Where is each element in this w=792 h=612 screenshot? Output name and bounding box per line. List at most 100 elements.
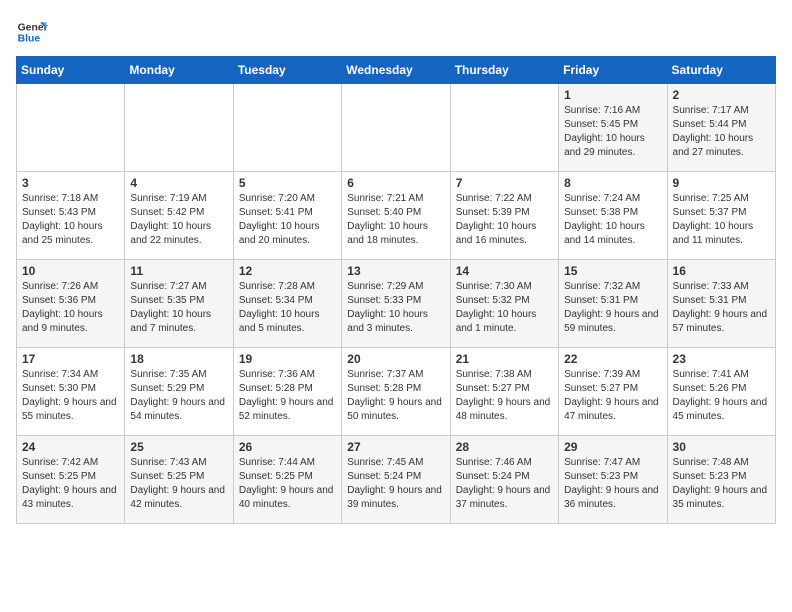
- weekday-header-sunday: Sunday: [17, 57, 125, 84]
- calendar-cell: 1 Sunrise: 7:16 AM Sunset: 5:45 PM Daylig…: [559, 84, 667, 172]
- calendar-cell: 23 Sunrise: 7:41 AM Sunset: 5:26 PM Dayli…: [667, 348, 775, 436]
- day-info: Sunrise: 7:43 AM Sunset: 5:25 PM Dayligh…: [130, 456, 227, 512]
- day-number: 22: [564, 352, 661, 366]
- day-info: Sunrise: 7:32 AM Sunset: 5:31 PM Dayligh…: [564, 280, 661, 336]
- day-info: Sunrise: 7:30 AM Sunset: 5:32 PM Dayligh…: [456, 280, 553, 336]
- calendar-cell: [233, 84, 341, 172]
- calendar-cell: [342, 84, 450, 172]
- day-info: Sunrise: 7:33 AM Sunset: 5:31 PM Dayligh…: [673, 280, 770, 336]
- day-info: Sunrise: 7:37 AM Sunset: 5:28 PM Dayligh…: [347, 368, 444, 424]
- day-info: Sunrise: 7:44 AM Sunset: 5:25 PM Dayligh…: [239, 456, 336, 512]
- day-info: Sunrise: 7:20 AM Sunset: 5:41 PM Dayligh…: [239, 192, 336, 248]
- day-info: Sunrise: 7:46 AM Sunset: 5:24 PM Dayligh…: [456, 456, 553, 512]
- week-row-5: 24 Sunrise: 7:42 AM Sunset: 5:25 PM Dayli…: [17, 436, 776, 524]
- day-info: Sunrise: 7:45 AM Sunset: 5:24 PM Dayligh…: [347, 456, 444, 512]
- day-number: 11: [130, 264, 227, 278]
- calendar-cell: 8Sunrise: 7:24 AM Sunset: 5:38 PM Daylig…: [559, 172, 667, 260]
- week-row-3: 10 Sunrise: 7:26 AM Sunset: 5:36 PM Dayli…: [17, 260, 776, 348]
- day-info: Sunrise: 7:34 AM Sunset: 5:30 PM Dayligh…: [22, 368, 119, 424]
- calendar-cell: 16 Sunrise: 7:33 AM Sunset: 5:31 PM Dayli…: [667, 260, 775, 348]
- calendar-cell: 29Sunrise: 7:47 AM Sunset: 5:23 PM Dayli…: [559, 436, 667, 524]
- weekday-header-tuesday: Tuesday: [233, 57, 341, 84]
- day-number: 7: [456, 176, 553, 190]
- calendar-cell: 12 Sunrise: 7:28 AM Sunset: 5:34 PM Dayli…: [233, 260, 341, 348]
- day-info: Sunrise: 7:18 AM Sunset: 5:43 PM Dayligh…: [22, 192, 119, 248]
- day-info: Sunrise: 7:35 AM Sunset: 5:29 PM Dayligh…: [130, 368, 227, 424]
- logo-icon: General Blue: [16, 16, 48, 48]
- calendar-cell: 7 Sunrise: 7:22 AM Sunset: 5:39 PM Daylig…: [450, 172, 558, 260]
- day-number: 23: [673, 352, 770, 366]
- calendar-cell: [17, 84, 125, 172]
- day-info: Sunrise: 7:29 AM Sunset: 5:33 PM Dayligh…: [347, 280, 444, 336]
- calendar-cell: 24 Sunrise: 7:42 AM Sunset: 5:25 PM Dayli…: [17, 436, 125, 524]
- weekday-header-saturday: Saturday: [667, 57, 775, 84]
- calendar-cell: 26 Sunrise: 7:44 AM Sunset: 5:25 PM Dayli…: [233, 436, 341, 524]
- calendar-cell: 5 Sunrise: 7:20 AM Sunset: 5:41 PM Daylig…: [233, 172, 341, 260]
- calendar-cell: 30 Sunrise: 7:48 AM Sunset: 5:23 PM Dayli…: [667, 436, 775, 524]
- day-number: 27: [347, 440, 444, 454]
- day-info: Sunrise: 7:25 AM Sunset: 5:37 PM Dayligh…: [673, 192, 770, 248]
- day-info: Sunrise: 7:16 AM Sunset: 5:45 PM Dayligh…: [564, 104, 661, 160]
- day-number: 24: [22, 440, 119, 454]
- day-info: Sunrise: 7:27 AM Sunset: 5:35 PM Dayligh…: [130, 280, 227, 336]
- day-number: 26: [239, 440, 336, 454]
- day-number: 16: [673, 264, 770, 278]
- calendar-cell: 9 Sunrise: 7:25 AM Sunset: 5:37 PM Daylig…: [667, 172, 775, 260]
- weekday-header-wednesday: Wednesday: [342, 57, 450, 84]
- day-info: Sunrise: 7:24 AM Sunset: 5:38 PM Dayligh…: [564, 192, 661, 248]
- calendar-cell: 18 Sunrise: 7:35 AM Sunset: 5:29 PM Dayli…: [125, 348, 233, 436]
- day-number: 17: [22, 352, 119, 366]
- day-number: 14: [456, 264, 553, 278]
- calendar-cell: 20 Sunrise: 7:37 AM Sunset: 5:28 PM Dayli…: [342, 348, 450, 436]
- weekday-header-monday: Monday: [125, 57, 233, 84]
- day-number: 4: [130, 176, 227, 190]
- day-number: 10: [22, 264, 119, 278]
- calendar-cell: 13 Sunrise: 7:29 AM Sunset: 5:33 PM Dayli…: [342, 260, 450, 348]
- week-row-2: 3Sunrise: 7:18 AM Sunset: 5:43 PM Daylig…: [17, 172, 776, 260]
- day-info: Sunrise: 7:36 AM Sunset: 5:28 PM Dayligh…: [239, 368, 336, 424]
- day-info: Sunrise: 7:17 AM Sunset: 5:44 PM Dayligh…: [673, 104, 770, 160]
- calendar-cell: 21Sunrise: 7:38 AM Sunset: 5:27 PM Dayli…: [450, 348, 558, 436]
- day-number: 18: [130, 352, 227, 366]
- calendar-cell: [450, 84, 558, 172]
- weekday-header-friday: Friday: [559, 57, 667, 84]
- calendar-cell: 19 Sunrise: 7:36 AM Sunset: 5:28 PM Dayli…: [233, 348, 341, 436]
- calendar-table: SundayMondayTuesdayWednesdayThursdayFrid…: [16, 56, 776, 524]
- calendar-cell: 4 Sunrise: 7:19 AM Sunset: 5:42 PM Daylig…: [125, 172, 233, 260]
- day-info: Sunrise: 7:22 AM Sunset: 5:39 PM Dayligh…: [456, 192, 553, 248]
- day-number: 9: [673, 176, 770, 190]
- day-number: 25: [130, 440, 227, 454]
- logo: General Blue: [16, 16, 48, 48]
- day-info: Sunrise: 7:41 AM Sunset: 5:26 PM Dayligh…: [673, 368, 770, 424]
- day-info: Sunrise: 7:19 AM Sunset: 5:42 PM Dayligh…: [130, 192, 227, 248]
- day-info: Sunrise: 7:48 AM Sunset: 5:23 PM Dayligh…: [673, 456, 770, 512]
- day-info: Sunrise: 7:28 AM Sunset: 5:34 PM Dayligh…: [239, 280, 336, 336]
- calendar-cell: 2 Sunrise: 7:17 AM Sunset: 5:44 PM Daylig…: [667, 84, 775, 172]
- day-number: 5: [239, 176, 336, 190]
- day-number: 20: [347, 352, 444, 366]
- day-info: Sunrise: 7:47 AM Sunset: 5:23 PM Dayligh…: [564, 456, 661, 512]
- page-header: General Blue: [16, 16, 776, 48]
- day-info: Sunrise: 7:42 AM Sunset: 5:25 PM Dayligh…: [22, 456, 119, 512]
- calendar-cell: 22Sunrise: 7:39 AM Sunset: 5:27 PM Dayli…: [559, 348, 667, 436]
- day-info: Sunrise: 7:26 AM Sunset: 5:36 PM Dayligh…: [22, 280, 119, 336]
- calendar-cell: 25 Sunrise: 7:43 AM Sunset: 5:25 PM Dayli…: [125, 436, 233, 524]
- day-number: 19: [239, 352, 336, 366]
- day-number: 13: [347, 264, 444, 278]
- day-number: 12: [239, 264, 336, 278]
- calendar-cell: 10 Sunrise: 7:26 AM Sunset: 5:36 PM Dayli…: [17, 260, 125, 348]
- day-number: 15: [564, 264, 661, 278]
- day-number: 2: [673, 88, 770, 102]
- svg-text:Blue: Blue: [18, 34, 41, 45]
- day-info: Sunrise: 7:38 AM Sunset: 5:27 PM Dayligh…: [456, 368, 553, 424]
- day-number: 6: [347, 176, 444, 190]
- calendar-cell: 11 Sunrise: 7:27 AM Sunset: 5:35 PM Dayli…: [125, 260, 233, 348]
- calendar-cell: 17 Sunrise: 7:34 AM Sunset: 5:30 PM Dayli…: [17, 348, 125, 436]
- day-number: 1: [564, 88, 661, 102]
- calendar-cell: 6Sunrise: 7:21 AM Sunset: 5:40 PM Daylig…: [342, 172, 450, 260]
- weekday-header-thursday: Thursday: [450, 57, 558, 84]
- day-number: 30: [673, 440, 770, 454]
- week-row-4: 17 Sunrise: 7:34 AM Sunset: 5:30 PM Dayli…: [17, 348, 776, 436]
- week-row-1: 1 Sunrise: 7:16 AM Sunset: 5:45 PM Daylig…: [17, 84, 776, 172]
- calendar-cell: 28Sunrise: 7:46 AM Sunset: 5:24 PM Dayli…: [450, 436, 558, 524]
